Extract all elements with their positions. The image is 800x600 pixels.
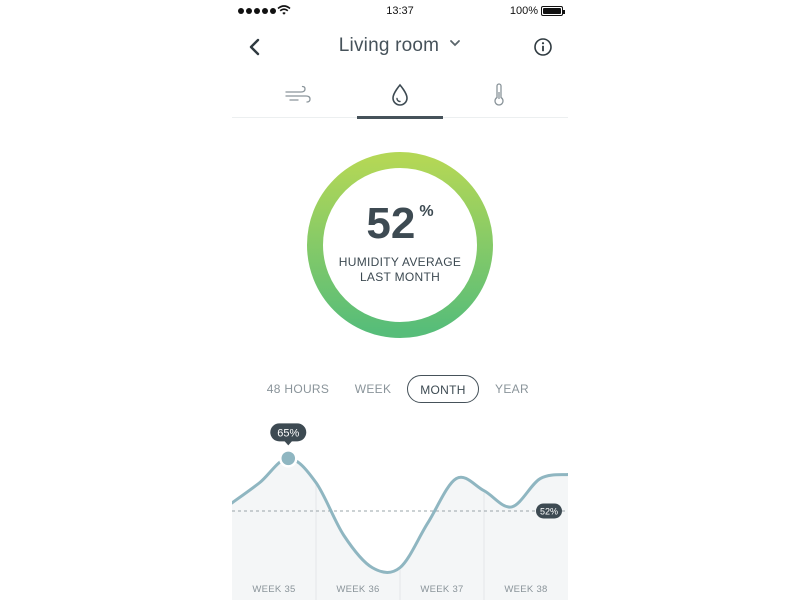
- battery-icon: [541, 6, 565, 16]
- tab-bar: [232, 72, 568, 119]
- chevron-down-icon: [450, 39, 461, 47]
- range-month[interactable]: MONTH: [407, 375, 479, 403]
- page-title: Living room: [338, 35, 440, 56]
- peak-label: 65%: [277, 427, 299, 439]
- header: Living room: [232, 30, 568, 64]
- x-tick-label: WEEK 38: [504, 584, 547, 595]
- info-icon[interactable]: [532, 36, 554, 58]
- room-selector[interactable]: Living room: [232, 35, 568, 57]
- phone-screen: 13:37 100% Living room 52 % HUMIDITY AVE…: [232, 0, 568, 600]
- range-selector: 48 HOURS WEEK MONTH YEAR: [232, 375, 568, 403]
- humidity-gauge: 52% HUMIDITY AVERAGE LAST MONTH: [306, 151, 494, 339]
- wind-icon: [285, 85, 311, 103]
- range-week[interactable]: WEEK: [348, 375, 398, 403]
- thermometer-icon: [494, 83, 504, 106]
- range-48-hours[interactable]: 48 HOURS: [262, 375, 334, 403]
- tab-temperature[interactable]: [456, 72, 542, 118]
- range-year[interactable]: YEAR: [490, 375, 534, 403]
- drop-icon: [392, 83, 408, 106]
- humidity-number: 52: [366, 199, 416, 248]
- tab-humidity[interactable]: [357, 72, 443, 119]
- status-bar: 13:37 100%: [232, 0, 568, 24]
- peak-point: [279, 449, 298, 468]
- x-tick-label: WEEK 35: [252, 584, 295, 595]
- average-label: 52%: [540, 506, 558, 516]
- x-tick-label: WEEK 36: [336, 584, 379, 595]
- gauge-label-line2: LAST MONTH: [359, 270, 441, 284]
- humidity-value: 52%: [306, 199, 494, 249]
- humidity-unit: %: [419, 203, 434, 220]
- battery-percent: 100%: [509, 5, 538, 17]
- humidity-chart: 65% 52% WEEK 35 WEEK 36 WEEK 37 WEEK 38: [232, 423, 568, 600]
- gauge-label-line1: HUMIDITY AVERAGE: [338, 255, 462, 269]
- peak-label-pointer: [284, 440, 293, 446]
- x-tick-label: WEEK 37: [420, 584, 463, 595]
- tab-air[interactable]: [255, 72, 341, 118]
